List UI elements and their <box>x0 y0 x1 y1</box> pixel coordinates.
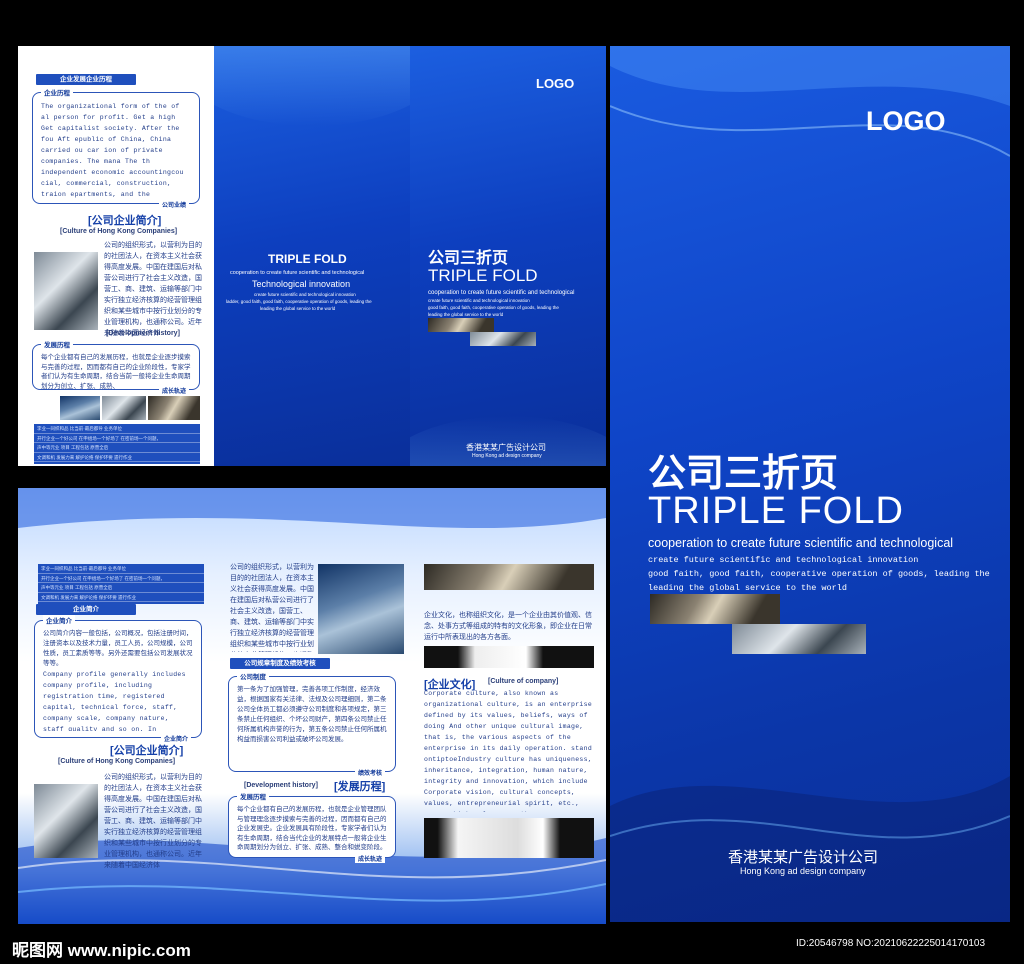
cover-logo: LOGO <box>866 106 946 136</box>
inner-mid-panel: TRIPLE FOLD cooperation to create future… <box>214 46 410 466</box>
history-box: 企业历程 The organizational form of the of a… <box>32 87 200 209</box>
inner-right-sub1: cooperation to create future scientific … <box>428 290 575 296</box>
info-table: 李业一同织和品 比当前·最后都导 业务单位 开行企业一个好公司 在申组场一个好场… <box>34 424 200 464</box>
profile-heading-en: [Culture of Hong Kong Companies] <box>60 228 178 235</box>
history-box-tag: 企业历程 <box>41 87 73 97</box>
table-row: 文调和机 发展力来 解护论络 保护环要 遗行作业 <box>38 593 204 602</box>
cover-company-cn: 香港某某广告设计公司 <box>728 849 879 866</box>
table-row: 李业一同织和品 比当前·最后都导 业务单位 <box>34 424 200 434</box>
inner-right-company-en: Hong Kong ad design company <box>472 453 542 459</box>
dev-history-text: 每个企业都有自己的发展历程，也就是企业逐步摸索与完善的过程，因而都有自己的企业阶… <box>41 354 191 389</box>
back-heading-en: [Culture of Hong Kong Companies] <box>58 758 176 765</box>
table-row: 李业一同织和品 比当前·最后都导 业务单位 <box>38 564 204 574</box>
back-rules-box-tag: 公司制度 <box>237 671 269 681</box>
watermark-id: ID:20546798 NO:20210622225014170103 <box>796 938 986 949</box>
inner-right-photo-2 <box>470 332 536 346</box>
cover-sub3: good faith, good faith, cooperative oper… <box>648 569 990 579</box>
watermark-site: 昵图网 www.nipic.com <box>12 941 191 960</box>
history-banner: 企业发展企业历程 <box>36 74 136 85</box>
back-dev-box-foot: 成长轨迹 <box>354 854 385 863</box>
back-sheet: 李业一同织和品 比当前·最后都导 业务单位 开行企业一个好公司 在申组场一个好场… <box>18 488 606 924</box>
cover-panel: LOGO 公司三折页 TRIPLE FOLD cooperation to cr… <box>610 46 1010 922</box>
back-profile-text-cn: 公司简介内容一般包括，公司概况，包括注册时间，注册资本以及技术力量，员工人员，公… <box>43 630 193 667</box>
back-dev-heading-cn: [发展历程] <box>334 781 386 793</box>
back-culture-heading-en: [Culture of company] <box>488 678 559 685</box>
profile-heading-cn: [公司企业简介] <box>88 215 162 227</box>
inner-left-panel: 企业发展企业历程 企业历程 The organizational form of… <box>18 46 214 466</box>
inner-right-sub2: create future scientific and technologic… <box>428 298 530 303</box>
back-dev-box: 发展历程 每个企业都有自己的发展历程，也就是企业管理团队与管理理念逐步摸索与完善… <box>228 791 396 863</box>
inner-right-title-cn: 公司三折页 <box>428 250 509 267</box>
back-building-photo <box>34 784 98 858</box>
dev-box-tag: 发展历程 <box>41 339 73 349</box>
back-right-photo-1 <box>424 564 594 590</box>
inner-mid-title: TRIPLE FOLD <box>268 252 347 266</box>
back-heading-cn: [公司企业简介] <box>110 745 184 757</box>
cover-company-en: Hong Kong ad design company <box>740 866 866 876</box>
inner-right-sub4: leading the global service to the world <box>428 312 504 317</box>
cover-photo-1 <box>650 594 780 624</box>
inner-mid-sub2: Technological innovation <box>252 279 351 289</box>
cover-sub2: create future scientific and technologic… <box>648 555 919 565</box>
cover-title-cn: 公司三折页 <box>648 453 839 495</box>
dev-history-heading: [Development history] <box>106 330 180 337</box>
back-office-photo <box>318 564 404 654</box>
history-box-foot: 公司业绩 <box>158 200 189 209</box>
inner-mid-sub3: create future scientific and technologic… <box>254 292 356 297</box>
back-profile-banner: 企业简介 <box>36 604 136 615</box>
back-info-table: 李业一同织和品 比当前·最后都导 业务单位 开行企业一个好公司 在申组场一个好场… <box>38 564 204 604</box>
office-photo-3 <box>148 396 200 420</box>
back-mid-intro-text: 公司的组织形式，以营利为目的的社团法人，在资本主义社会获得高度发展。中国在建国后… <box>230 564 314 648</box>
table-row: 声中等元业 项目 工程包括 原营全后 <box>34 443 200 453</box>
inner-right-logo: LOGO <box>536 76 575 91</box>
back-profile-text-en: Company profile generally includes compa… <box>43 671 186 731</box>
inner-right-panel: LOGO 公司三折页 TRIPLE FOLD cooperation to cr… <box>410 46 606 466</box>
cover-photo-2 <box>732 624 866 654</box>
office-photo-1 <box>60 396 100 420</box>
table-row: 开行企业一个好公司 在申组场一个好场了 在密前场一个问题， <box>34 434 200 443</box>
building-photo <box>34 252 98 330</box>
dev-box-foot: 成长轨迹 <box>158 386 189 395</box>
cover-sub1: cooperation to create future scientific … <box>648 536 954 550</box>
inner-right-title-en: TRIPLE FOLD <box>428 266 538 285</box>
office-photo-2 <box>102 396 146 420</box>
table-row: 文调和机 发展力来 解护论络 保护环要 遗行作业 <box>34 453 200 462</box>
back-intro-text: 公司的组织形式，以营利为目的的社团法人，在资本主义社会获得高度发展。中国在建国后… <box>104 774 202 869</box>
cover-title-en: TRIPLE FOLD <box>648 490 904 532</box>
back-profile-box-tag: 企业简介 <box>43 615 75 625</box>
table-row: 声中等元业 项目 工程包括 原营全后 <box>38 583 204 593</box>
dev-history-box: 发展历程 每个企业都有自己的发展历程，也就是企业逐步摸索与完善的过程，因而都有自… <box>32 339 200 395</box>
inner-right-sub3: good faith, good faith, cooperative oper… <box>428 305 559 310</box>
inner-mid-sub1: cooperation to create future scientific … <box>230 270 365 276</box>
back-rules-box-foot: 绩效考核 <box>354 768 385 777</box>
back-right-photo-2 <box>424 646 594 668</box>
back-rules-box: 公司制度 第一条为了加强管理，完善各项工作制度，经济效益，根据国家有关法律、法规… <box>228 671 396 777</box>
inner-right-company-cn: 香港某某广告设计公司 <box>466 443 546 452</box>
history-text: The organizational form of the of al per… <box>41 103 184 198</box>
inner-mid-sub4: ladder, good faith, good faith, cooperat… <box>226 299 372 304</box>
cover-sub4: leading the global service to the world <box>648 583 847 593</box>
back-dev-box-tag: 发展历程 <box>237 791 269 801</box>
back-culture-cn-text: 企业文化，也称组织文化，是一个企业由其价值观、信念、处事方式等组成的特有的文化形… <box>424 612 592 641</box>
back-dev-heading-en: [Development history] <box>244 782 318 789</box>
back-dev-text: 每个企业都有自己的发展历程，也就是企业管理团队与管理理念逐步摸索与完善的过程，因… <box>237 806 387 851</box>
inner-right-photo-1 <box>428 318 494 332</box>
back-rules-text: 第一条为了加强管理，完善各项工作制度，经济效益，根据国家有关法律、法规及公司理细… <box>237 686 387 743</box>
back-right-photo-3 <box>424 818 594 858</box>
back-profile-box: 企业简介 公司简介内容一般包括，公司概况，包括注册时间，注册资本以及技术力量，员… <box>34 615 202 743</box>
table-row: 开行企业一个好公司 在申组场一个好场了 在密前场一个问题， <box>38 574 204 583</box>
back-rules-banner: 公司规章制度及绩效考核 <box>230 658 330 669</box>
back-culture-en-text: Corporate culture, also known as organiz… <box>424 690 593 812</box>
inner-mid-sub5: leading the global service to the world <box>260 306 336 311</box>
profile-intro-text: 公司的组织形式，以营利为目的的社团法人，在资本主义社会获得高度发展。中国在建国后… <box>104 242 202 337</box>
